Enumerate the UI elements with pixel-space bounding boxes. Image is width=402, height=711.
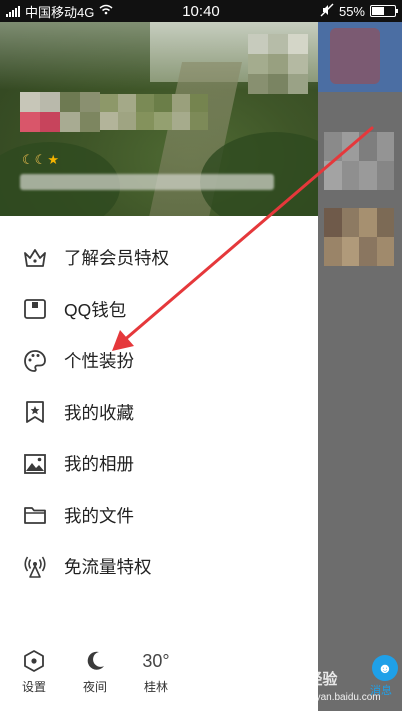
signal-icon [6, 5, 20, 17]
wallet-icon [20, 294, 50, 324]
menu-item-label: QQ钱包 [64, 299, 127, 320]
settings-label: 设置 [21, 680, 46, 694]
weather-button[interactable]: 30° 桂林 [131, 648, 181, 695]
menu-item-photo-album[interactable]: 我的相册 [0, 438, 318, 490]
star-badge-icon: ★ [47, 152, 60, 167]
avatar [330, 28, 380, 84]
drawer-menu: 了解会员特权 QQ钱包 个性装扮 我的收藏 我的相册 我的文件 免流量特权 [0, 232, 318, 593]
night-mode-button[interactable]: 夜间 [70, 648, 120, 695]
menu-item-qq-wallet[interactable]: QQ钱包 [0, 284, 318, 336]
folder-icon [20, 500, 50, 530]
nickname-mosaic [100, 94, 208, 130]
menu-item-label: 了解会员特权 [64, 248, 169, 269]
crown-icon [20, 243, 50, 273]
menu-item-label: 我的文件 [64, 505, 134, 526]
qq-side-drawer-screen: 中国移动4G 10:40 55% ☾☾★ ☻ 消息 了解会员特权 QQ钱包 个性… [0, 0, 402, 711]
temperature-readout: 30° [142, 651, 170, 671]
signature-mosaic [20, 174, 274, 190]
menu-item-personalization[interactable]: 个性装扮 [0, 335, 318, 387]
drawer-bottom-bar: 设置 夜间 30° 桂林 [0, 640, 318, 711]
avatar-mosaic[interactable] [20, 92, 100, 132]
menu-item-label: 我的收藏 [64, 402, 134, 423]
city-label: 桂林 [143, 680, 168, 694]
palette-icon [20, 346, 50, 376]
settings-button[interactable]: 设置 [9, 648, 59, 695]
settings-icon [9, 648, 59, 674]
vip-level-badges[interactable]: ☾☾★ [22, 152, 60, 168]
menu-item-label: 个性装扮 [64, 351, 134, 372]
watermark-url: jingyan.baidu.com [300, 692, 381, 703]
list-item[interactable] [324, 132, 394, 190]
wifi-icon [99, 4, 113, 18]
menu-item-free-data[interactable]: 免流量特权 [0, 541, 318, 593]
photo-album-icon [20, 449, 50, 479]
message-tab-icon[interactable]: ☻ [372, 655, 398, 681]
menu-item-label: 我的相册 [64, 454, 134, 475]
night-mode-label: 夜间 [82, 680, 107, 694]
status-bar: 中国移动4G 10:40 55% [0, 0, 402, 22]
bookmark-star-icon [20, 397, 50, 427]
moon-badge-icon: ☾ [22, 152, 35, 167]
battery-icon [370, 5, 398, 17]
mute-icon [320, 3, 334, 20]
profile-header-photo[interactable]: ☾☾★ [0, 22, 318, 216]
menu-item-vip-privileges[interactable]: 了解会员特权 [0, 232, 318, 284]
list-item[interactable] [324, 208, 394, 266]
moon-icon [70, 648, 120, 674]
menu-item-label: 免流量特权 [64, 557, 152, 578]
battery-percent: 55% [338, 3, 365, 19]
carrier-label: 中国移动4G [25, 4, 95, 20]
menu-item-files[interactable]: 我的文件 [0, 490, 318, 542]
dimmed-main-panel[interactable]: ☻ 消息 [318, 22, 402, 711]
moon-badge-icon: ☾ [34, 152, 48, 167]
watermark-logo: Bai经验 [284, 671, 338, 688]
antenna-icon [20, 552, 50, 582]
menu-item-favorites[interactable]: 我的收藏 [0, 387, 318, 439]
